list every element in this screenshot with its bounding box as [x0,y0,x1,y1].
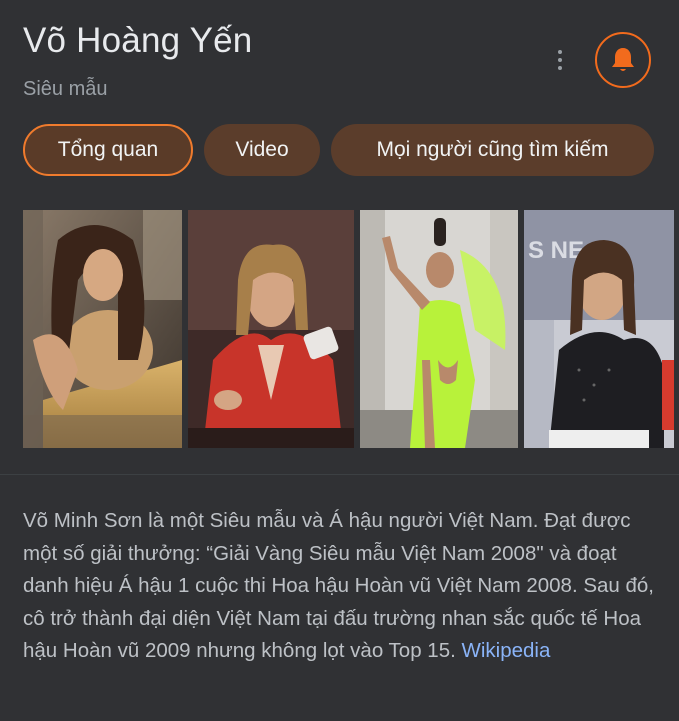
more-vert-icon-dot [558,58,562,62]
bell-icon [612,48,634,71]
tab-video-label: Video [235,138,289,161]
tab-bar: Tổng quan Video Mọi người cũng tìm kiếm [23,124,654,178]
entity-subtitle: Siêu mẫu [23,78,108,100]
tab-video[interactable]: Video [204,124,320,176]
section-divider [0,474,679,475]
image-gallery: S NE [23,210,679,448]
tab-overview-label: Tổng quan [57,138,159,161]
more-options-button[interactable] [548,44,572,76]
tab-people-also-search-label: Mọi người cũng tìm kiếm [376,138,609,161]
gallery-image-1[interactable] [23,210,182,448]
tab-overview[interactable]: Tổng quan [23,124,193,176]
gallery-image-4[interactable]: S NE [524,210,674,448]
knowledge-panel: Võ Hoàng Yến Siêu mẫu Tổng quan Video Mọ… [0,0,679,721]
description-text: Võ Minh Sơn là một Siêu mẫu và Á hậu ngư… [23,509,655,662]
panel-header: Võ Hoàng Yến Siêu mẫu [23,18,659,108]
wikipedia-source-link[interactable]: Wikipedia [462,639,551,662]
more-vert-icon [558,50,562,54]
notify-bell-button[interactable] [595,32,651,88]
gallery-image-2[interactable] [188,210,354,448]
gallery-image-3[interactable] [360,210,518,448]
more-vert-icon-dot [558,66,562,70]
entity-description: Võ Minh Sơn là một Siêu mẫu và Á hậu ngư… [23,505,659,668]
entity-title: Võ Hoàng Yến [23,21,253,60]
tab-people-also-search[interactable]: Mọi người cũng tìm kiếm [331,124,654,176]
